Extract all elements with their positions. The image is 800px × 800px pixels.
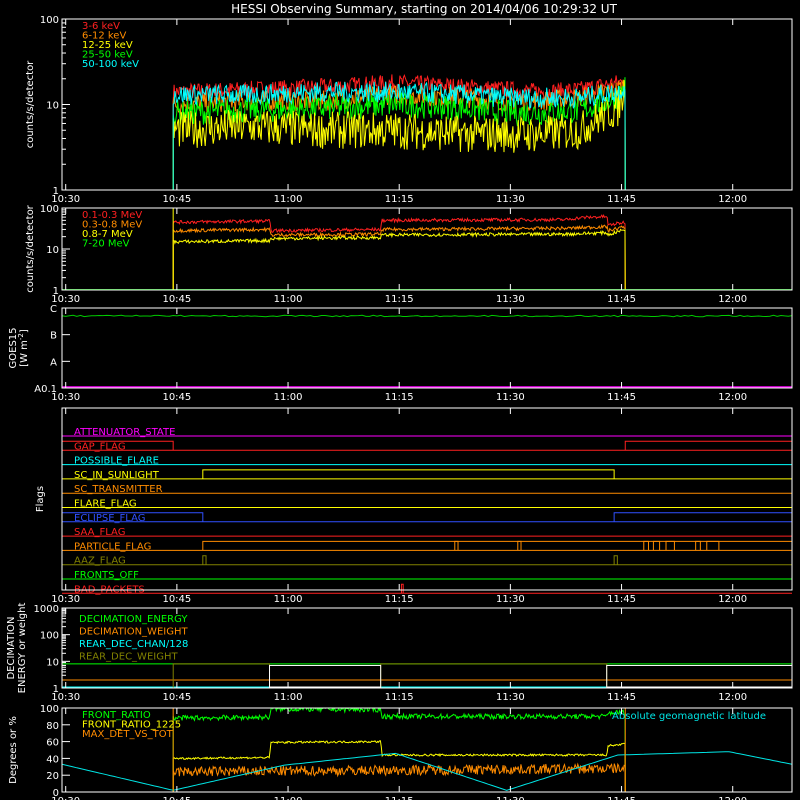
flag-label-3: SC_IN_SUNLIGHT (74, 470, 160, 481)
ratio-legend-3: Absolute geomagnetic latitude (612, 711, 766, 722)
ratio-xtick-label-0: 10:30 (51, 796, 80, 800)
hi-energy-xtick-label-6: 12:00 (718, 294, 747, 305)
ratio-xtick-label-6: 12:00 (718, 796, 747, 800)
ratio-ytick-label-3: 60 (46, 738, 59, 749)
lo-energy-xtick-label-1: 10:45 (162, 194, 191, 205)
hi-energy-xtick-label-2: 11:00 (274, 294, 303, 305)
ratio-xtick-label-2: 11:00 (274, 796, 303, 800)
flags-xtick-label-5: 11:45 (607, 594, 636, 605)
flag-label-1: GAP_FLAG (74, 441, 126, 452)
flags-xtick-label-4: 11:30 (496, 594, 525, 605)
lo-energy-xtick-label-2: 11:00 (274, 194, 303, 205)
flags-xtick-label-3: 11:15 (385, 594, 414, 605)
hi-energy-xtick-label-3: 11:15 (385, 294, 414, 305)
dec-legend-0: DECIMATION_ENERGY (79, 614, 188, 625)
goes-xtick-label-4: 11:30 (496, 392, 525, 403)
flags-xtick-label-1: 10:45 (162, 594, 191, 605)
decimation-xtick-label-2: 11:00 (274, 692, 303, 703)
flags-ylabel: Flags (35, 486, 46, 512)
dec-legend-2: REAR_DEC_CHAN/128 (79, 639, 188, 650)
hi-energy-legend-3: 7-20 MeV (82, 239, 130, 250)
lo-energy-xtick-label-3: 11:15 (385, 194, 414, 205)
flag-label-6: ECLIPSE_FLAG (74, 513, 145, 524)
goes-xtick-label-2: 11:00 (274, 392, 303, 403)
hi-energy-ytick-label-1: 10 (46, 245, 59, 256)
flag-label-0: ATTENUATOR_STATE (74, 427, 175, 438)
lo-energy-xtick-label-4: 11:30 (496, 194, 525, 205)
figure-title: HESSI Observing Summary, starting on 201… (231, 2, 617, 16)
flag-label-9: AAZ_FLAG (74, 556, 126, 567)
dec-ytick-label-3: 1000 (34, 604, 59, 615)
ratio-xtick-label-5: 11:45 (607, 796, 636, 800)
flag-label-7: SAA_FLAG (74, 527, 125, 538)
goes-xtick-label-3: 11:15 (385, 392, 414, 403)
dec-ytick-label-1: 10 (46, 657, 59, 668)
ratio-ytick-label-5: 100 (40, 704, 59, 715)
lo-energy-legend-4: 50-100 keV (82, 59, 139, 70)
flags-xtick-label-6: 12:00 (718, 594, 747, 605)
hi-energy-xtick-label-1: 10:45 (162, 294, 191, 305)
lo-energy-xtick-label-5: 11:45 (607, 194, 636, 205)
dec-ytick-label-2: 100 (40, 631, 59, 642)
flag-label-2: POSSIBLE_FLARE (74, 456, 159, 467)
ratio-ylabel: Degrees or % (8, 716, 19, 784)
ratio-ytick-label-1: 20 (46, 771, 59, 782)
hi-energy-xtick-label-5: 11:45 (607, 294, 636, 305)
decimation-xtick-label-1: 10:45 (162, 692, 191, 703)
lo-energy-ytick-label-1: 10 (46, 101, 59, 112)
flag-label-4: SC_TRANSMITTER (74, 484, 163, 495)
flags-xtick-label-2: 11:00 (274, 594, 303, 605)
dec-legend-3: REAR_DEC_WEIGHT (79, 652, 178, 663)
hi-energy-ylabel: counts/s/detector (25, 204, 36, 292)
decimation-xtick-label-5: 11:45 (607, 692, 636, 703)
lo-energy-ytick-label-2: 100 (40, 15, 59, 26)
flag-label-10: FRONTS_OFF (74, 570, 139, 581)
dec-legend-1: DECIMATION_WEIGHT (79, 627, 188, 638)
goes-ytick-label-2: B (50, 331, 57, 342)
lo-energy-xtick-label-6: 12:00 (718, 194, 747, 205)
dec-ylabel2: ENERGY or weight (17, 603, 28, 694)
decimation-xtick-label-6: 12:00 (718, 692, 747, 703)
hi-energy-xtick-label-4: 11:30 (496, 294, 525, 305)
observing-summary-figure: HESSI Observing Summary, starting on 201… (0, 0, 800, 800)
flag-label-8: PARTICLE_FLAG (74, 541, 151, 552)
goes-xtick-label-1: 10:45 (162, 392, 191, 403)
goes-ytick-label-1: A (50, 357, 57, 368)
ratio-legend-2: MAX_DET_VS_TOT (82, 729, 174, 740)
decimation-xtick-label-0: 10:30 (51, 692, 80, 703)
ratio-ytick-label-4: 80 (46, 721, 59, 732)
decimation-xtick-label-4: 11:30 (496, 692, 525, 703)
goes-xtick-label-5: 11:45 (607, 392, 636, 403)
hi-energy-ytick-label-2: 100 (40, 204, 59, 215)
goes-xtick-label-0: 10:30 (51, 392, 80, 403)
goes-ytick-label-3: C (50, 304, 57, 315)
lo-energy-ylabel: counts/s/detector (25, 60, 36, 148)
dec-ylabel: DECIMATION (6, 616, 17, 679)
ratio-xtick-label-1: 10:45 (162, 796, 191, 800)
flag-label-5: FLARE_FLAG (74, 499, 137, 510)
ratio-ytick-label-2: 40 (46, 754, 59, 765)
decimation-xtick-label-3: 11:15 (385, 692, 414, 703)
goes-xtick-label-6: 12:00 (718, 392, 747, 403)
ratio-xtick-label-4: 11:30 (496, 796, 525, 800)
ratio-xtick-label-3: 11:15 (385, 796, 414, 800)
